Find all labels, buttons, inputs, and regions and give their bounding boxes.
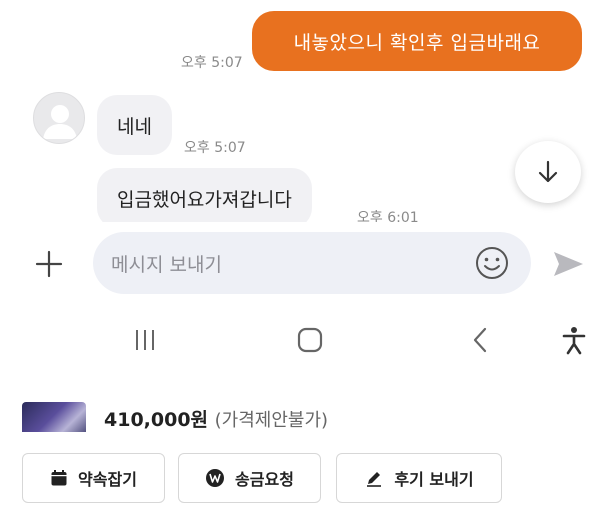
product-thumbnail[interactable]: [22, 402, 86, 432]
incoming-message-bubble: 네네: [97, 95, 172, 155]
message-input[interactable]: 메시지 보내기: [93, 232, 531, 294]
outgoing-message-time: 오후 5:07: [181, 55, 243, 71]
incoming-message-time: 오후 6:01: [357, 210, 419, 222]
recent-apps-button[interactable]: [130, 326, 160, 354]
home-icon: [297, 327, 323, 353]
request-transfer-button[interactable]: 송금요청: [178, 453, 321, 503]
back-button[interactable]: [466, 326, 494, 354]
won-coin-icon: [206, 469, 225, 487]
product-price-line: 410,000원 (가격제안불가): [104, 405, 328, 432]
emoji-button[interactable]: [473, 244, 511, 282]
product-summary: 410,000원 (가격제안불가): [0, 395, 605, 432]
schedule-appointment-label: 약속잡기: [78, 470, 137, 489]
accessibility-icon: [562, 327, 586, 355]
send-review-button[interactable]: 후기 보내기: [336, 453, 502, 503]
recent-apps-icon: [136, 330, 154, 350]
plus-icon: [35, 250, 63, 278]
outgoing-message-bubble: 내놓았으니 확인후 입금바래요: [252, 11, 582, 71]
avatar[interactable]: [33, 92, 85, 144]
calendar-icon: [51, 470, 67, 486]
incoming-message-time: 오후 5:07: [184, 140, 246, 156]
incoming-message-text: 입금했어요가져갑니다: [117, 188, 292, 211]
incoming-message-bubble: 입금했어요가져갑니다: [97, 168, 312, 222]
pencil-icon: [367, 472, 382, 487]
schedule-appointment-button[interactable]: 약속잡기: [22, 453, 165, 503]
chevron-left-icon: [473, 327, 487, 353]
message-clip-area: 입금했어요가져갑니다 오후 6:01: [0, 160, 605, 222]
user-silhouette-icon: [43, 105, 77, 139]
send-icon: [554, 252, 583, 276]
send-button[interactable]: [548, 244, 588, 284]
home-button[interactable]: [294, 324, 326, 356]
request-transfer-label: 송금요청: [235, 470, 294, 489]
smiley-icon: [476, 247, 508, 279]
accessibility-button[interactable]: [560, 324, 588, 356]
price-note: (가격제안불가): [214, 410, 329, 431]
incoming-message-text: 네네: [117, 115, 152, 138]
send-review-label: 후기 보내기: [394, 470, 474, 489]
product-price: 410,000원: [104, 409, 209, 431]
message-input-placeholder: 메시지 보내기: [111, 253, 222, 276]
attach-button[interactable]: [30, 245, 68, 283]
outgoing-message-text: 내놓았으니 확인후 입금바래요: [293, 31, 541, 54]
